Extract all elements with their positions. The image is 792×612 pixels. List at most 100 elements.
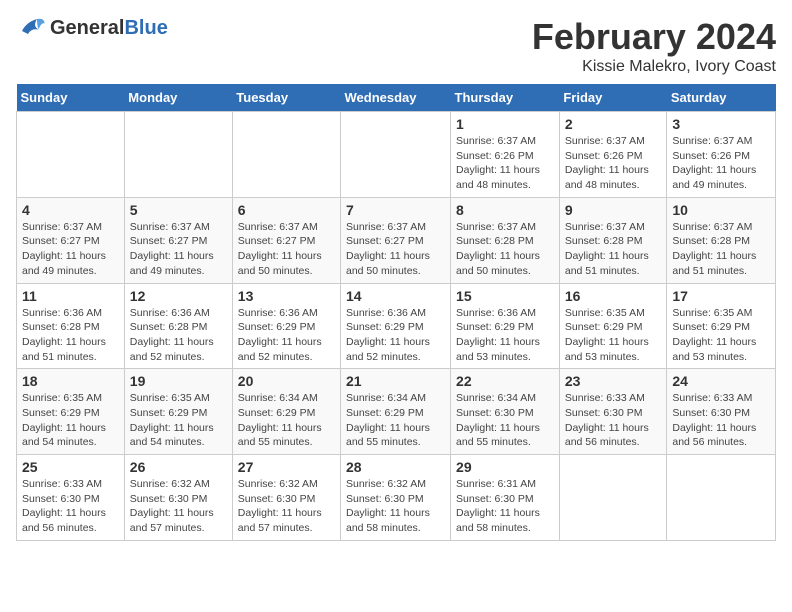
calendar-header-row: SundayMondayTuesdayWednesdayThursdayFrid…	[17, 84, 776, 112]
day-number: 13	[238, 288, 335, 304]
calendar-week-row: 11 Sunrise: 6:36 AM Sunset: 6:28 PM Dayli…	[17, 283, 776, 369]
day-info: Sunrise: 6:37 AM Sunset: 6:28 PM Dayligh…	[672, 220, 770, 279]
calendar-cell: 29 Sunrise: 6:31 AM Sunset: 6:30 PM Dayli…	[451, 455, 560, 541]
day-info: Sunrise: 6:34 AM Sunset: 6:29 PM Dayligh…	[238, 391, 335, 450]
day-number: 3	[672, 116, 770, 132]
day-info: Sunrise: 6:35 AM Sunset: 6:29 PM Dayligh…	[130, 391, 227, 450]
day-number: 23	[565, 373, 662, 389]
calendar-cell: 16 Sunrise: 6:35 AM Sunset: 6:29 PM Dayli…	[559, 283, 667, 369]
day-info: Sunrise: 6:37 AM Sunset: 6:27 PM Dayligh…	[22, 220, 119, 279]
day-info: Sunrise: 6:34 AM Sunset: 6:30 PM Dayligh…	[456, 391, 554, 450]
day-number: 2	[565, 116, 662, 132]
calendar-cell	[559, 455, 667, 541]
calendar-cell: 26Sunrise: 6:32 AM Sunset: 6:30 PM Dayli…	[124, 455, 232, 541]
calendar-cell: 19 Sunrise: 6:35 AM Sunset: 6:29 PM Dayli…	[124, 369, 232, 455]
day-number: 15	[456, 288, 554, 304]
day-number: 18	[22, 373, 119, 389]
day-number: 21	[346, 373, 445, 389]
day-info: Sunrise: 6:35 AM Sunset: 6:29 PM Dayligh…	[565, 306, 662, 365]
day-number: 28	[346, 459, 445, 475]
calendar-cell: 10 Sunrise: 6:37 AM Sunset: 6:28 PM Dayli…	[667, 197, 776, 283]
logo-icon	[16, 16, 46, 40]
calendar-cell: 2 Sunrise: 6:37 AM Sunset: 6:26 PM Daylig…	[559, 112, 667, 198]
calendar-cell: 6Sunrise: 6:37 AM Sunset: 6:27 PM Daylig…	[232, 197, 340, 283]
calendar-cell	[124, 112, 232, 198]
day-info: Sunrise: 6:33 AM Sunset: 6:30 PM Dayligh…	[22, 477, 119, 536]
day-info: Sunrise: 6:37 AM Sunset: 6:28 PM Dayligh…	[456, 220, 554, 279]
calendar-cell: 22 Sunrise: 6:34 AM Sunset: 6:30 PM Dayli…	[451, 369, 560, 455]
calendar-cell	[232, 112, 340, 198]
calendar-cell: 15 Sunrise: 6:36 AM Sunset: 6:29 PM Dayli…	[451, 283, 560, 369]
calendar-week-row: 25 Sunrise: 6:33 AM Sunset: 6:30 PM Dayli…	[17, 455, 776, 541]
calendar-cell: 13 Sunrise: 6:36 AM Sunset: 6:29 PM Dayli…	[232, 283, 340, 369]
day-info: Sunrise: 6:36 AM Sunset: 6:28 PM Dayligh…	[22, 306, 119, 365]
calendar-cell: 8Sunrise: 6:37 AM Sunset: 6:28 PM Daylig…	[451, 197, 560, 283]
calendar-cell: 7 Sunrise: 6:37 AM Sunset: 6:27 PM Daylig…	[341, 197, 451, 283]
day-info: Sunrise: 6:34 AM Sunset: 6:29 PM Dayligh…	[346, 391, 445, 450]
day-info: Sunrise: 6:37 AM Sunset: 6:27 PM Dayligh…	[238, 220, 335, 279]
calendar-cell: 14Sunrise: 6:36 AM Sunset: 6:29 PM Dayli…	[341, 283, 451, 369]
calendar-cell: 20 Sunrise: 6:34 AM Sunset: 6:29 PM Dayli…	[232, 369, 340, 455]
day-info: Sunrise: 6:32 AM Sunset: 6:30 PM Dayligh…	[130, 477, 227, 536]
day-number: 19	[130, 373, 227, 389]
calendar-week-row: 4 Sunrise: 6:37 AM Sunset: 6:27 PM Daylig…	[17, 197, 776, 283]
title-area: February 2024 Kissie Malekro, Ivory Coas…	[532, 16, 776, 76]
day-number: 24	[672, 373, 770, 389]
day-number: 14	[346, 288, 445, 304]
day-number: 22	[456, 373, 554, 389]
day-number: 7	[346, 202, 445, 218]
calendar-week-row: 1 Sunrise: 6:37 AM Sunset: 6:26 PM Daylig…	[17, 112, 776, 198]
day-info: Sunrise: 6:36 AM Sunset: 6:28 PM Dayligh…	[130, 306, 227, 365]
page-subtitle: Kissie Malekro, Ivory Coast	[532, 58, 776, 76]
day-info: Sunrise: 6:37 AM Sunset: 6:26 PM Dayligh…	[456, 134, 554, 193]
day-number: 29	[456, 459, 554, 475]
day-number: 20	[238, 373, 335, 389]
day-info: Sunrise: 6:37 AM Sunset: 6:26 PM Dayligh…	[565, 134, 662, 193]
calendar-cell: 25 Sunrise: 6:33 AM Sunset: 6:30 PM Dayli…	[17, 455, 125, 541]
header-sunday: Sunday	[17, 84, 125, 112]
page-header: GeneralBlue February 2024 Kissie Malekro…	[16, 16, 776, 76]
day-number: 12	[130, 288, 227, 304]
day-info: Sunrise: 6:37 AM Sunset: 6:26 PM Dayligh…	[672, 134, 770, 193]
header-saturday: Saturday	[667, 84, 776, 112]
calendar-cell	[667, 455, 776, 541]
day-info: Sunrise: 6:37 AM Sunset: 6:27 PM Dayligh…	[346, 220, 445, 279]
day-number: 17	[672, 288, 770, 304]
day-number: 11	[22, 288, 119, 304]
page-title: February 2024	[532, 16, 776, 58]
calendar-cell	[341, 112, 451, 198]
day-number: 25	[22, 459, 119, 475]
calendar-week-row: 18 Sunrise: 6:35 AM Sunset: 6:29 PM Dayli…	[17, 369, 776, 455]
day-number: 1	[456, 116, 554, 132]
day-info: Sunrise: 6:33 AM Sunset: 6:30 PM Dayligh…	[672, 391, 770, 450]
calendar-cell: 9 Sunrise: 6:37 AM Sunset: 6:28 PM Daylig…	[559, 197, 667, 283]
day-info: Sunrise: 6:36 AM Sunset: 6:29 PM Dayligh…	[238, 306, 335, 365]
day-number: 27	[238, 459, 335, 475]
calendar-cell: 5Sunrise: 6:37 AM Sunset: 6:27 PM Daylig…	[124, 197, 232, 283]
day-number: 16	[565, 288, 662, 304]
day-info: Sunrise: 6:35 AM Sunset: 6:29 PM Dayligh…	[22, 391, 119, 450]
calendar-cell: 4 Sunrise: 6:37 AM Sunset: 6:27 PM Daylig…	[17, 197, 125, 283]
calendar-cell: 18 Sunrise: 6:35 AM Sunset: 6:29 PM Dayli…	[17, 369, 125, 455]
header-tuesday: Tuesday	[232, 84, 340, 112]
calendar-cell: 12 Sunrise: 6:36 AM Sunset: 6:28 PM Dayli…	[124, 283, 232, 369]
day-number: 4	[22, 202, 119, 218]
calendar-cell: 28 Sunrise: 6:32 AM Sunset: 6:30 PM Dayli…	[341, 455, 451, 541]
day-info: Sunrise: 6:31 AM Sunset: 6:30 PM Dayligh…	[456, 477, 554, 536]
day-number: 10	[672, 202, 770, 218]
header-monday: Monday	[124, 84, 232, 112]
logo: GeneralBlue	[16, 16, 168, 40]
header-friday: Friday	[559, 84, 667, 112]
day-info: Sunrise: 6:37 AM Sunset: 6:28 PM Dayligh…	[565, 220, 662, 279]
calendar-cell: 1 Sunrise: 6:37 AM Sunset: 6:26 PM Daylig…	[451, 112, 560, 198]
calendar-table: SundayMondayTuesdayWednesdayThursdayFrid…	[16, 84, 776, 541]
day-info: Sunrise: 6:32 AM Sunset: 6:30 PM Dayligh…	[346, 477, 445, 536]
day-number: 9	[565, 202, 662, 218]
calendar-cell: 24 Sunrise: 6:33 AM Sunset: 6:30 PM Dayli…	[667, 369, 776, 455]
header-thursday: Thursday	[451, 84, 560, 112]
day-number: 5	[130, 202, 227, 218]
header-wednesday: Wednesday	[341, 84, 451, 112]
calendar-cell: 3 Sunrise: 6:37 AM Sunset: 6:26 PM Daylig…	[667, 112, 776, 198]
day-info: Sunrise: 6:36 AM Sunset: 6:29 PM Dayligh…	[456, 306, 554, 365]
day-info: Sunrise: 6:32 AM Sunset: 6:30 PM Dayligh…	[238, 477, 335, 536]
